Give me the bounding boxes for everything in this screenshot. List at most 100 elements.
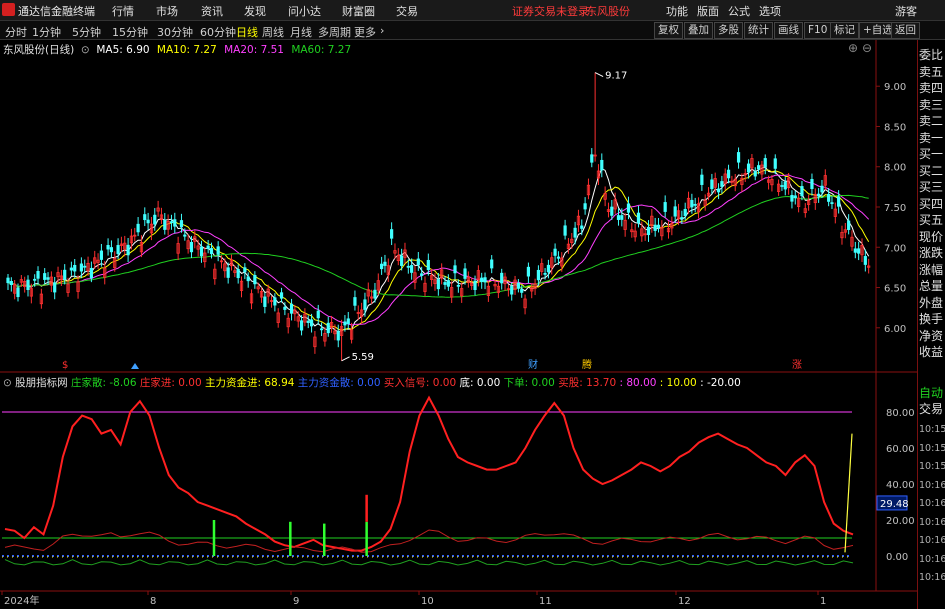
menu-item-banmian[interactable]: 版面 [697, 3, 719, 19]
period-15min[interactable]: 15分钟 [112, 24, 148, 40]
candle-body [263, 296, 267, 307]
side-panel-item[interactable]: 买三 [919, 178, 945, 195]
guest-label[interactable]: 游客 [895, 3, 917, 19]
period-1min[interactable]: 1分钟 [32, 24, 61, 40]
candle-body [183, 234, 187, 237]
candle-body [109, 247, 114, 253]
candle-body [563, 225, 567, 236]
candle-body [373, 289, 377, 299]
candle-body [736, 152, 741, 163]
period-fenshi[interactable]: 分时 [5, 24, 27, 40]
toolbar-duogu[interactable]: 多股 [714, 22, 743, 39]
candle-body [53, 282, 57, 293]
side-panel-item[interactable]: 收益 [919, 343, 945, 360]
toolbar-huaxian[interactable]: 画线 [774, 22, 803, 39]
candle-body [9, 280, 13, 286]
candle-body [620, 215, 624, 220]
price-annotation: 5.59 [352, 352, 374, 363]
menu-item-xuanxiang[interactable]: 选项 [759, 3, 781, 19]
menu-item-gongneng[interactable]: 功能 [666, 3, 688, 19]
candle-body [820, 185, 824, 193]
price-annotation: 9.17 [605, 71, 627, 82]
candle-body [780, 185, 784, 187]
candle-body [390, 229, 394, 239]
candle-body [416, 258, 420, 266]
candle-body [553, 248, 557, 256]
side-panel-lower-item[interactable]: 自动 [919, 384, 945, 401]
app-logo-icon [2, 3, 15, 16]
toolbar-tongji[interactable]: 统计 [744, 22, 773, 39]
side-panel-item[interactable]: 买一 [919, 145, 945, 162]
side-panel-item[interactable]: 卖一 [919, 129, 945, 146]
chart-canvas[interactable]: 9.008.508.007.507.006.506.0080.0060.0040… [0, 40, 917, 609]
side-panel-item[interactable]: 买五 [919, 211, 945, 228]
candle-body [716, 188, 721, 193]
sub-y-tick-label: 80.00 [886, 408, 915, 419]
side-panel-item[interactable]: 换手 [919, 310, 945, 327]
side-panel-item[interactable]: 净资 [919, 327, 945, 344]
side-panel-item[interactable]: 卖五 [919, 63, 945, 80]
menu-item-jiaoyi[interactable]: 交易 [396, 3, 418, 19]
menu-item-gongshi[interactable]: 公式 [728, 3, 750, 19]
period-multi[interactable]: 多周期 [318, 24, 351, 40]
toolbar-f10[interactable]: F10 [804, 22, 832, 39]
candle-body [456, 284, 460, 287]
candle-body [573, 227, 577, 238]
side-panel-item[interactable]: 买二 [919, 162, 945, 179]
candle-body [179, 220, 184, 228]
candle-body [863, 256, 867, 265]
menu-item-shichang[interactable]: 市场 [156, 3, 178, 19]
event-marker: $ [62, 360, 68, 371]
candle-body [33, 278, 37, 281]
side-panel-item[interactable]: 卖四 [919, 79, 945, 96]
candle-body [79, 263, 83, 272]
candle-body [253, 275, 257, 285]
toolbar-biaoji[interactable]: 标记 [830, 22, 859, 39]
sub-y-tick-label: 0.00 [886, 552, 908, 563]
candle-body [163, 219, 167, 230]
menu-item-caifuquan[interactable]: 财富圈 [342, 3, 375, 19]
toolbar-back[interactable]: 返回 [891, 22, 920, 39]
candle-body [673, 206, 677, 217]
toolbar-diejia[interactable]: 叠加 [684, 22, 713, 39]
menu-item-hangqing[interactable]: 行情 [112, 3, 134, 19]
candle-body [336, 330, 340, 341]
period-daily[interactable]: 日线 [236, 24, 258, 40]
side-panel-item[interactable]: 委比 [919, 46, 945, 63]
side-panel-item[interactable]: 涨幅 [919, 261, 945, 278]
sub-y-tick-label: 40.00 [886, 480, 915, 491]
side-panel-item[interactable]: 外盘 [919, 294, 945, 311]
menu-item-wenxiaoda[interactable]: 问小达 [288, 3, 321, 19]
candle-body [279, 292, 284, 299]
chevron-right-icon[interactable]: › [380, 24, 384, 37]
candle-body [73, 264, 77, 272]
menu-item-zixun[interactable]: 资讯 [201, 3, 223, 19]
candle-body [326, 322, 330, 334]
side-panel-item[interactable]: 卖三 [919, 96, 945, 113]
menu-item-faxian[interactable]: 发现 [244, 3, 266, 19]
ma20-line [7, 174, 870, 326]
candle-body [83, 265, 87, 268]
side-panel-item[interactable]: 涨跌 [919, 244, 945, 261]
candle-body [463, 268, 467, 279]
candle-body [380, 263, 384, 270]
side-panel-lower-item[interactable]: 交易 [919, 400, 945, 417]
period-5min[interactable]: 5分钟 [72, 24, 101, 40]
candle-body [319, 328, 324, 331]
candle-body [443, 282, 447, 285]
candle-body [199, 246, 204, 257]
side-panel-item[interactable]: 总量 [919, 277, 945, 294]
side-panel-item[interactable]: 买四 [919, 195, 945, 212]
candle-body [316, 310, 320, 319]
login-notice[interactable]: 证券交易未登录 [512, 3, 589, 19]
side-panel-item[interactable]: 卖二 [919, 112, 945, 129]
side-panel-item[interactable]: 现价 [919, 228, 945, 245]
candle-body [243, 267, 247, 273]
period-more[interactable]: 更多 [354, 24, 376, 40]
period-30min[interactable]: 30分钟 [157, 24, 193, 40]
period-weekly[interactable]: 周线 [262, 24, 284, 40]
toolbar-fuquan[interactable]: 复权 [654, 22, 683, 39]
candle-body [36, 271, 40, 279]
period-60min[interactable]: 60分钟 [200, 24, 236, 40]
period-monthly[interactable]: 月线 [290, 24, 312, 40]
